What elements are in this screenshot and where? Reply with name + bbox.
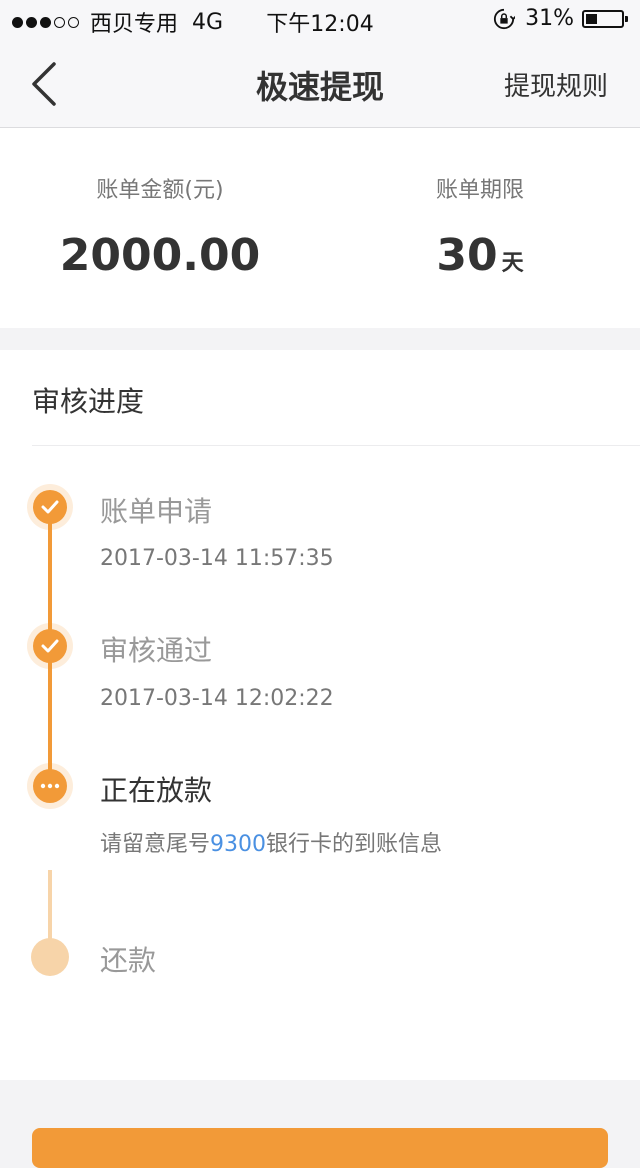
step-apply-time: 2017-03-14 11:57:35 [100, 546, 334, 571]
check-icon [33, 490, 67, 524]
battery-icon [582, 9, 628, 28]
divider [32, 445, 640, 446]
step-disbursing-title: 正在放款 [100, 774, 213, 807]
signal-dots-icon [12, 16, 82, 28]
bill-amount: 账单金额(元) 2000.00 [0, 172, 320, 281]
status-bar: 西贝专用 4G 下午12:04 31% [0, 0, 640, 40]
bill-term-unit: 天 [501, 251, 524, 276]
status-left: 西贝专用 4G [12, 6, 223, 38]
progress-title: 审核进度 [32, 385, 145, 418]
note-prefix: 请留意尾号 [100, 832, 211, 857]
step-disbursing-note: 请留意尾号9300银行卡的到账信息 [100, 826, 442, 858]
step-approved-time: 2017-03-14 12:02:22 [100, 686, 334, 711]
step-repay-title: 还款 [100, 944, 157, 977]
chevron-left-icon[interactable] [24, 58, 64, 110]
more-dots-icon [33, 769, 67, 803]
nav-bar: 极速提现 提现规则 [0, 40, 640, 128]
bottom-action-button[interactable] [32, 1128, 608, 1168]
bill-term: 账单期限 30 天 [320, 172, 640, 281]
pending-step-icon [31, 938, 69, 976]
battery-level [586, 13, 597, 24]
bill-term-number: 30 [436, 230, 498, 281]
card-tail-number: 9300 [210, 832, 267, 857]
withdraw-rules-link[interactable]: 提现规则 [504, 66, 608, 103]
bill-summary: 账单金额(元) 2000.00 账单期限 30 天 [0, 128, 640, 328]
bill-amount-label: 账单金额(元) [96, 178, 224, 203]
step-approved-title: 审核通过 [100, 634, 213, 667]
network-type: 4G [192, 9, 224, 35]
carrier-name: 西贝专用 [90, 12, 179, 37]
bill-term-value: 30 天 [320, 230, 640, 281]
status-right: 31% [493, 6, 628, 31]
review-progress: 审核进度 账单申请 2017-03-14 11:57:35 审核通过 2017-… [0, 350, 640, 1080]
battery-percent: 31% [525, 6, 574, 31]
bill-term-label: 账单期限 [435, 178, 524, 203]
check-icon [33, 629, 67, 663]
step-apply-title: 账单申请 [100, 495, 213, 528]
note-suffix: 银行卡的到账信息 [266, 832, 443, 857]
bill-amount-value: 2000.00 [59, 230, 261, 281]
rotation-lock-icon [494, 8, 516, 29]
